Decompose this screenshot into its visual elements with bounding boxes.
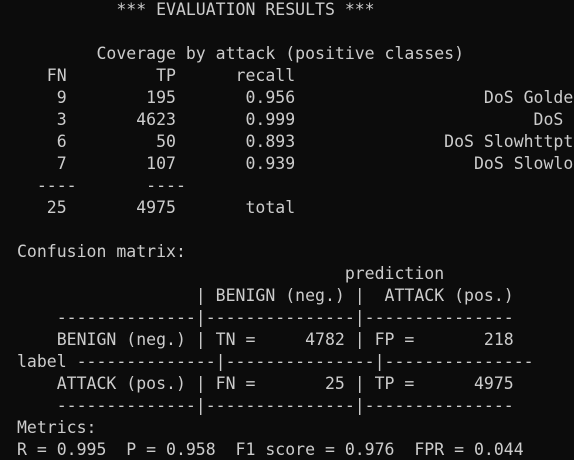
coverage-row: 3 4623 0.999 DoS Hulk — [17, 110, 574, 129]
coverage-row: 6 50 0.893 DoS Slowhttptest — [17, 132, 574, 151]
coverage-total-row: 25 4975 total — [17, 198, 296, 217]
terminal-window[interactable]: *** EVALUATION RESULTS *** Coverage by a… — [0, 0, 574, 460]
matrix-row-attack: ATTACK (pos.) | FN = 25 | TP = 4975 — [17, 374, 514, 393]
metrics-heading: Metrics: — [17, 418, 97, 437]
matrix-separator: --------------|---------------|---------… — [17, 308, 514, 327]
coverage-column-headers: FN TP recall — [17, 66, 296, 85]
results-title: *** EVALUATION RESULTS *** — [17, 0, 375, 19]
coverage-heading: Coverage by attack (positive classes) — [17, 44, 465, 63]
matrix-row-benign: BENIGN (neg.) | TN = 4782 | FP = 218 — [17, 330, 514, 349]
metrics-values: R = 0.995 P = 0.958 F1 score = 0.976 FPR… — [17, 440, 524, 459]
matrix-separator: --------------|---------------|---------… — [17, 396, 514, 415]
confusion-matrix-heading: Confusion matrix: — [17, 242, 186, 261]
coverage-row: 7 107 0.939 DoS Slowloris — [17, 154, 574, 173]
coverage-separator: ---- ---- — [17, 176, 186, 195]
prediction-axis-label: prediction — [17, 264, 445, 283]
coverage-row: 9 195 0.956 DoS GoldenEye — [17, 88, 574, 107]
matrix-label-separator: label --------------|---------------|---… — [17, 352, 534, 371]
matrix-column-headers: | BENIGN (neg.) | ATTACK (pos.) — [17, 286, 514, 305]
